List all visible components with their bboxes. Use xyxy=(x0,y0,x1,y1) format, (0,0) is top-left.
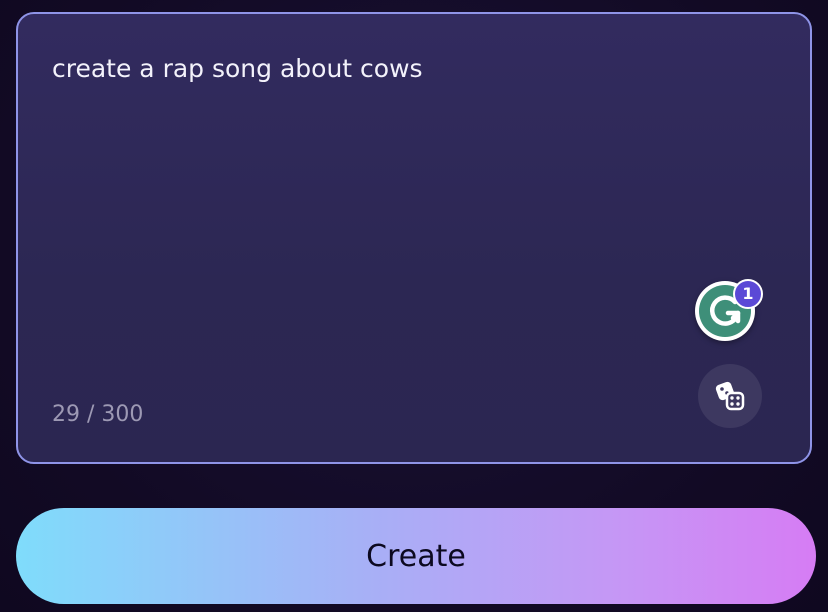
create-button[interactable]: Create xyxy=(16,508,816,604)
character-count: 29 / 300 xyxy=(52,402,144,427)
dice-icon xyxy=(715,381,745,411)
song-creator-page: create a rap song about cows 29 / 300 1 … xyxy=(0,0,828,612)
prompt-text[interactable]: create a rap song about cows xyxy=(52,52,770,86)
prompt-textarea[interactable]: create a rap song about cows 29 / 300 xyxy=(16,12,812,464)
grammarly-suggestion-badge: 1 xyxy=(733,279,763,309)
random-prompt-button[interactable] xyxy=(698,364,762,428)
